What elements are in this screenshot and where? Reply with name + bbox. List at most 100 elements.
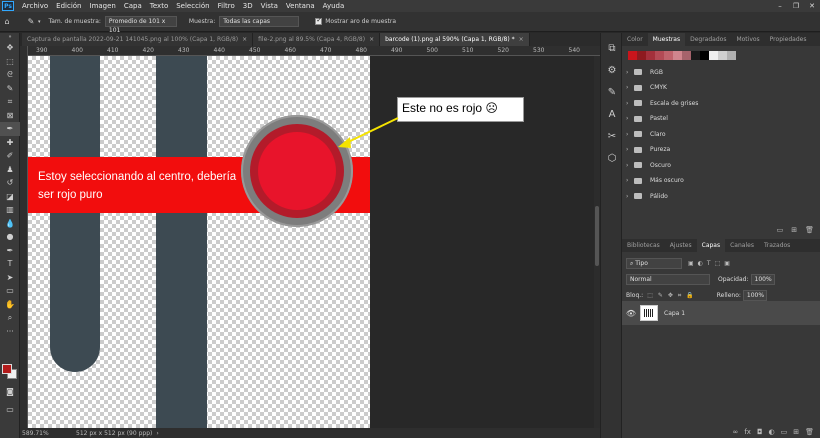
menu-ayuda[interactable]: Ayuda	[319, 2, 349, 10]
layer-row[interactable]: 👁 Capa 1	[622, 301, 820, 325]
eyedropper-tool-icon[interactable]: ✎	[24, 17, 38, 26]
mask-icon[interactable]: ◘	[757, 428, 763, 436]
menu-capa[interactable]: Capa	[120, 2, 146, 10]
properties-icon[interactable]: ⚙	[601, 59, 623, 81]
pen-tool-icon[interactable]: ✒	[0, 244, 20, 258]
close-icon[interactable]: ×	[519, 36, 524, 43]
maximize-button[interactable]: ❐	[788, 0, 804, 12]
color-swatch[interactable]	[709, 51, 718, 60]
show-ring-checkbox[interactable]	[315, 16, 323, 25]
eraser-tool-icon[interactable]: ◪	[0, 190, 20, 204]
chevron-right-icon[interactable]: ›	[626, 84, 634, 91]
gradient-tool-icon[interactable]: ▥	[0, 203, 20, 217]
swatch-group[interactable]: › Pastel	[622, 111, 820, 127]
color-swatch[interactable]	[655, 51, 664, 60]
chevron-right-icon[interactable]: ›	[156, 430, 158, 437]
swatch-group[interactable]: › Más oscuro	[622, 173, 820, 189]
screen-mode-icon[interactable]: ▭	[0, 403, 20, 417]
color-swatch[interactable]	[664, 51, 673, 60]
blur-tool-icon[interactable]: 💧	[0, 217, 20, 231]
blend-mode-select[interactable]: Normal	[626, 274, 710, 285]
color-swatch[interactable]	[637, 51, 646, 60]
close-icon[interactable]: ×	[369, 36, 374, 43]
doc-tab[interactable]: file-2.png al 89.5% (Capa 4, RGB/8) ×	[253, 33, 381, 46]
color-swatch[interactable]	[673, 51, 682, 60]
color-swatch[interactable]	[691, 51, 700, 60]
hand-tool-icon[interactable]: ✋	[0, 298, 20, 312]
color-swatch[interactable]	[727, 51, 736, 60]
fill-input[interactable]: 100%	[742, 290, 767, 301]
stamp-tool-icon[interactable]: ♟	[0, 163, 20, 177]
brush-settings-icon[interactable]: ✎	[601, 81, 623, 103]
new-layer-icon[interactable]: ⊞	[793, 428, 799, 436]
menu-vista[interactable]: Vista	[257, 2, 282, 10]
menu-edicion[interactable]: Edición	[52, 2, 85, 10]
menu-ventana[interactable]: Ventana	[282, 2, 319, 10]
menu-texto[interactable]: Texto	[146, 2, 172, 10]
zoom-level[interactable]: 589.71%	[20, 430, 76, 437]
brush-tool-icon[interactable]: ✐	[0, 149, 20, 163]
marquee-tool-icon[interactable]: ⬚	[0, 55, 20, 69]
3d-cube-icon[interactable]: ⬡	[601, 147, 623, 169]
lock-icons[interactable]: ⬚✎✥⌗🔒	[647, 292, 699, 300]
type-tool-icon[interactable]: T	[0, 257, 20, 271]
fx-icon[interactable]: fx	[744, 428, 751, 436]
tab-ajustes[interactable]: Ajustes	[665, 239, 697, 252]
collapse-icon[interactable]: »	[0, 33, 20, 41]
filter-icons[interactable]: ▣◐T⬚▣	[688, 260, 734, 267]
scroll-thumb[interactable]	[595, 206, 599, 266]
new-swatch-icon[interactable]: ⊞	[791, 226, 797, 234]
chevron-right-icon[interactable]: ›	[626, 162, 634, 169]
doc-tab[interactable]: Captura de pantalla 2022-09-21 141045.pn…	[22, 33, 254, 46]
doc-tab-active[interactable]: barcode (1).png al 590% (Capa 1, RGB/8) …	[380, 33, 530, 46]
chevron-right-icon[interactable]: ›	[626, 193, 634, 200]
opacity-input[interactable]: 100%	[750, 274, 775, 285]
tab-canales[interactable]: Canales	[725, 239, 759, 252]
chevron-right-icon[interactable]: ›	[626, 69, 634, 76]
swatch-group[interactable]: › RGB	[622, 65, 820, 81]
chevron-right-icon[interactable]: ›	[626, 177, 634, 184]
color-swatch[interactable]	[700, 51, 709, 60]
quick-mask-icon[interactable]: ◙	[0, 385, 20, 399]
type-panel-icon[interactable]: A	[601, 103, 623, 125]
quick-select-tool-icon[interactable]: ✎	[0, 82, 20, 96]
menu-3d[interactable]: 3D	[239, 2, 257, 10]
color-swatch[interactable]	[718, 51, 727, 60]
canvas-area[interactable]: Estoy seleccionando al centro, debería s…	[28, 56, 594, 428]
layer-filter-select[interactable]: ⌕ Tipo	[626, 258, 682, 269]
lasso-tool-icon[interactable]: ᘓ	[0, 68, 20, 82]
swatch-group[interactable]: › Claro	[622, 127, 820, 143]
tab-motivos[interactable]: Motivos	[731, 33, 764, 46]
path-select-icon[interactable]: ➤	[0, 271, 20, 285]
shape-tool-icon[interactable]: ▭	[0, 284, 20, 298]
sample-size-select[interactable]: Promedio de 101 x 101	[104, 16, 177, 34]
menu-seleccion[interactable]: Selección	[172, 2, 213, 10]
history-brush-icon[interactable]: ↺	[0, 176, 20, 190]
close-icon[interactable]: ×	[242, 36, 247, 43]
tab-degradados[interactable]: Degradados	[685, 33, 731, 46]
group-icon[interactable]: ▭	[781, 428, 788, 436]
chevron-right-icon[interactable]: ›	[626, 115, 634, 122]
color-swatch[interactable]	[682, 51, 691, 60]
swatch-group[interactable]: › Escala de grises	[622, 96, 820, 112]
tab-trazados[interactable]: Trazados	[759, 239, 795, 252]
adjustment-icon[interactable]: ◐	[769, 428, 775, 436]
swatch-group[interactable]: › Oscuro	[622, 158, 820, 174]
history-icon[interactable]: ⧉	[601, 37, 623, 59]
menu-filtro[interactable]: Filtro	[214, 2, 239, 10]
minimize-button[interactable]: –	[772, 0, 788, 12]
dodge-tool-icon[interactable]: ●	[0, 230, 20, 244]
tab-capas[interactable]: Capas	[696, 239, 726, 252]
sample-select[interactable]: Todas las capas	[219, 16, 300, 27]
link-icon[interactable]: ∞	[733, 428, 739, 436]
trash-icon[interactable]: 🗑	[805, 226, 814, 234]
swatch-group[interactable]: › Pureza	[622, 142, 820, 158]
swatch-group[interactable]: › CMYK	[622, 80, 820, 96]
chevron-down-icon[interactable]: ▾	[38, 19, 41, 25]
healing-brush-icon[interactable]: ✚	[0, 136, 20, 150]
eyedropper-icon[interactable]: ✒	[0, 122, 20, 136]
tab-propiedades[interactable]: Propiedades	[765, 33, 812, 46]
tab-bibliotecas[interactable]: Bibliotecas	[622, 239, 665, 252]
crop-tool-icon[interactable]: ⌗	[0, 95, 20, 109]
eye-icon[interactable]: 👁	[622, 309, 640, 318]
